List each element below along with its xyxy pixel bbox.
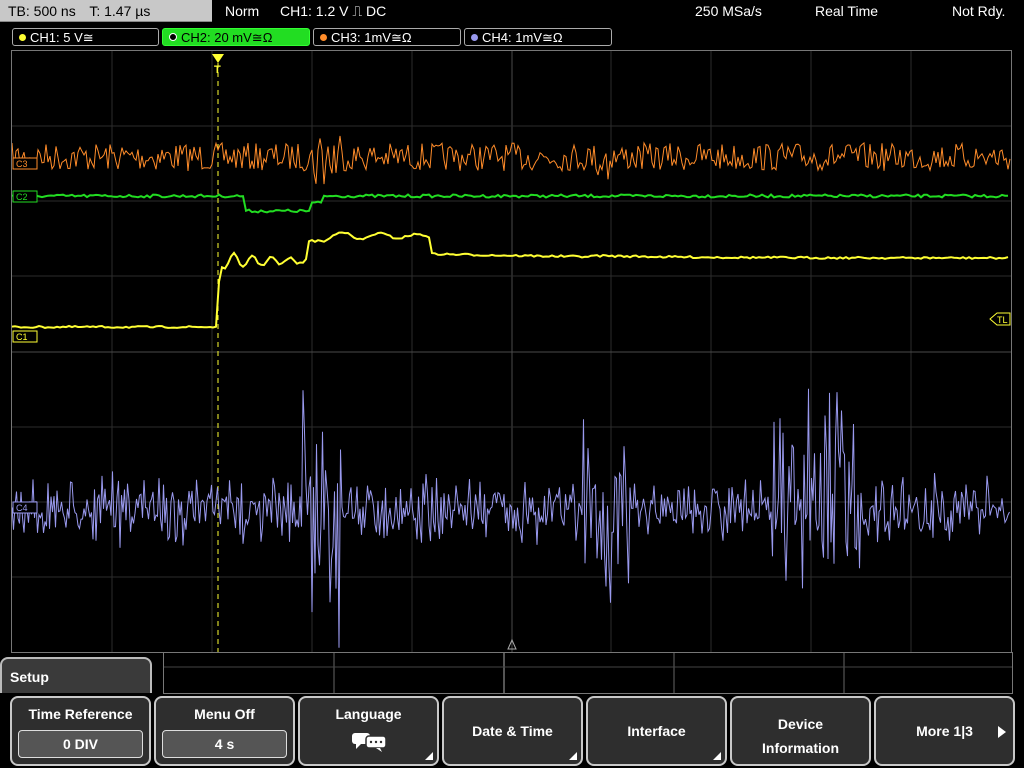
time-reference-value: 0 DIV [18, 730, 143, 758]
trigger-time-value: T: 1.47 µs [89, 3, 151, 19]
status-bar: Norm CH1: 1.2 V ⎍ DC 250 MSa/s Real Time… [215, 0, 1024, 22]
channel-chip-ch4[interactable]: CH4: 1mV≅Ω [464, 28, 612, 46]
marker-c4-label: C4 [16, 503, 28, 513]
date-time-button[interactable]: Date & Time [442, 696, 583, 766]
ch3-label: CH3: 1mV≅Ω [331, 30, 412, 45]
ch4-dot-icon [471, 34, 478, 41]
ch1-label: CH1: 5 V≅ [30, 30, 94, 45]
timebase-box[interactable]: TB: 500 ns T: 1.47 µs [0, 0, 212, 22]
ch2-dot-icon [169, 33, 177, 41]
trigger-position-icon[interactable] [212, 54, 224, 63]
ch1-waveform [11, 231, 1009, 329]
menu-off-button[interactable]: Menu Off 4 s [154, 696, 295, 766]
ch2-label: CH2: 20 mV≅Ω [181, 30, 273, 45]
timebase-value: TB: 500 ns [8, 3, 76, 19]
sample-rate: 250 MSa/s [695, 3, 762, 19]
marker-c3-label: C3 [16, 159, 28, 169]
time-reference-button[interactable]: Time Reference 0 DIV [10, 696, 151, 766]
language-label: Language [335, 706, 402, 722]
channel-chip-ch3[interactable]: CH3: 1mV≅Ω [313, 28, 461, 46]
interface-label: Interface [627, 723, 686, 739]
more-button[interactable]: More 1|3 [874, 696, 1015, 766]
more-label: More 1|3 [916, 723, 973, 739]
channel-chip-ch1[interactable]: CH1: 5 V≅ [12, 28, 159, 46]
ch4-waveform [11, 388, 1010, 648]
ch4-label: CH4: 1mV≅Ω [482, 30, 563, 45]
waveforms [11, 135, 1011, 648]
waveform-svg: C3 C2 C1 C4 TL T [11, 51, 1011, 652]
language-button[interactable]: Language [298, 696, 439, 766]
device-info-line1: Device [777, 716, 824, 732]
submenu-corner-icon [569, 752, 577, 760]
ch3-waveform [11, 135, 1011, 185]
acquisition-mode: Real Time [815, 3, 879, 19]
channel-chip-ch2[interactable]: CH2: 20 mV≅Ω [162, 28, 310, 46]
device-information-button[interactable]: Device Information [730, 696, 871, 766]
menu-off-label: Menu Off [194, 706, 255, 722]
trigger-level-label: TL [997, 315, 1008, 325]
date-time-label: Date & Time [472, 723, 553, 739]
trigger-position-label: T [214, 64, 221, 76]
chat-bubbles-icon [352, 733, 387, 752]
trigger-setting[interactable]: CH1: 1.2 V ⎍ DC [280, 0, 386, 22]
device-info-line2: Information [762, 740, 839, 756]
ch2-waveform [11, 193, 1009, 214]
time-reference-label: Time Reference [28, 706, 133, 722]
ch3-dot-icon [320, 34, 327, 41]
submenu-corner-icon [425, 752, 433, 760]
marker-c1-label: C1 [16, 332, 28, 342]
marker-c2-label: C2 [16, 192, 28, 202]
menu-off-value: 4 s [162, 730, 287, 758]
zoom-grid-svg [164, 653, 1012, 693]
trigger-mode[interactable]: Norm [225, 0, 259, 22]
acquisition-status: Not Rdy. [952, 3, 1006, 19]
submenu-corner-icon [713, 752, 721, 760]
graticule [12, 51, 1011, 652]
arrow-right-icon [998, 726, 1006, 738]
ch1-dot-icon [19, 34, 26, 41]
setup-menu-tab[interactable]: Setup [0, 657, 152, 693]
waveform-display[interactable]: C3 C2 C1 C4 TL T [11, 50, 1012, 653]
interface-button[interactable]: Interface [586, 696, 727, 766]
zoom-grid [163, 652, 1013, 694]
